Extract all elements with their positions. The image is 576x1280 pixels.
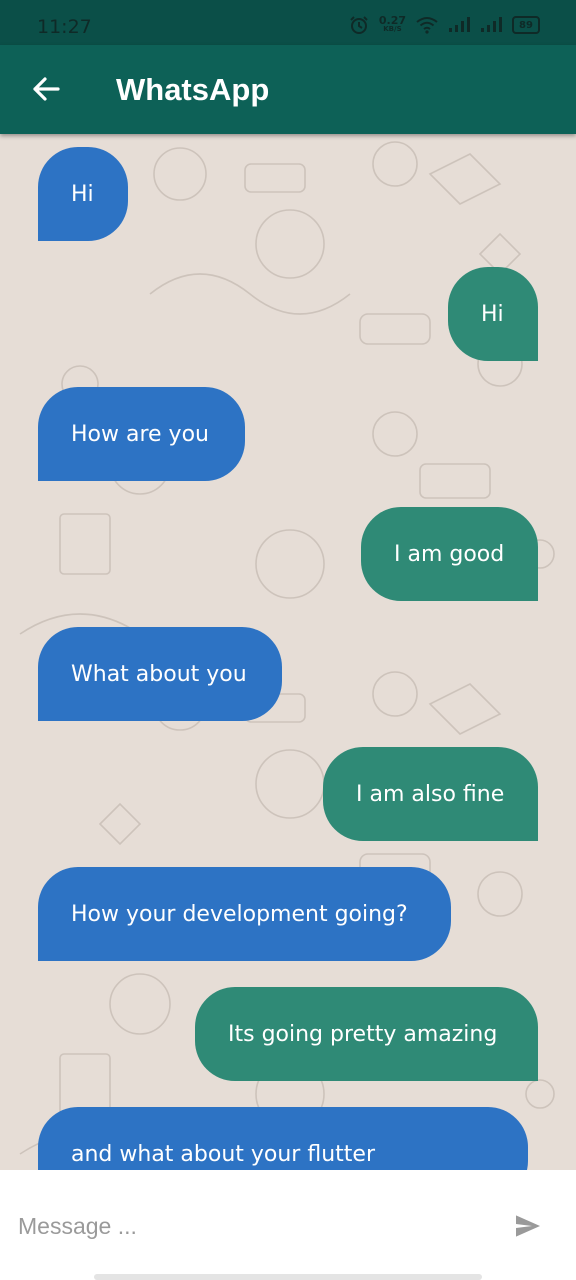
message-bubble-incoming[interactable]: How your development going?: [38, 867, 451, 961]
message-bubble-outgoing[interactable]: I am also fine: [323, 747, 538, 841]
alarm-icon: [350, 16, 368, 34]
status-time: 11:27: [37, 16, 92, 38]
message-bubble-incoming[interactable]: and what about your flutter: [38, 1107, 528, 1170]
message-bubble-incoming[interactable]: Hi: [38, 147, 128, 241]
message-text: How your development going?: [71, 901, 408, 927]
signal-icon: [449, 17, 470, 32]
app-title: WhatsApp: [116, 72, 270, 107]
signal-icon: [481, 17, 502, 32]
status-icons: 0.27 KB/S 89: [349, 14, 540, 36]
wifi-icon: [416, 17, 438, 34]
message-text: Hi: [71, 181, 94, 207]
arrow-left-icon: [33, 77, 60, 101]
message-text: and what about your flutter: [71, 1141, 375, 1167]
message-bubble-outgoing[interactable]: Hi: [448, 267, 538, 361]
network-speed: 0.27 KB/S: [378, 14, 406, 34]
message-text: I am good: [394, 541, 505, 567]
back-button[interactable]: [26, 69, 66, 109]
message-bubble-incoming[interactable]: What about you: [38, 627, 282, 721]
message-bubble-outgoing[interactable]: Its going pretty amazing: [195, 987, 538, 1081]
send-button[interactable]: [512, 1210, 544, 1242]
network-speed-unit: KB/S: [383, 25, 402, 33]
network-speed-value: 0.27: [378, 14, 406, 27]
message-text: How are you: [71, 421, 209, 447]
chat-area[interactable]: Hi Hi How are you I am good What about y…: [0, 134, 576, 1170]
app-bar: WhatsApp: [0, 45, 576, 134]
message-text: Hi: [481, 301, 504, 327]
status-bar: 11:27 0.27 KB/S 89: [0, 0, 576, 45]
message-bubble-incoming[interactable]: How are you: [38, 387, 245, 481]
message-text: What about you: [71, 661, 247, 687]
battery-icon: 89: [512, 16, 540, 34]
navigation-handle[interactable]: [94, 1274, 482, 1280]
message-text: I am also fine: [356, 781, 505, 807]
message-input[interactable]: [16, 1200, 490, 1252]
message-bubble-outgoing[interactable]: I am good: [361, 507, 538, 601]
message-text: Its going pretty amazing: [228, 1021, 498, 1047]
send-icon: [516, 1215, 540, 1237]
message-input-bar: [0, 1170, 576, 1280]
battery-level: 89: [519, 19, 533, 31]
